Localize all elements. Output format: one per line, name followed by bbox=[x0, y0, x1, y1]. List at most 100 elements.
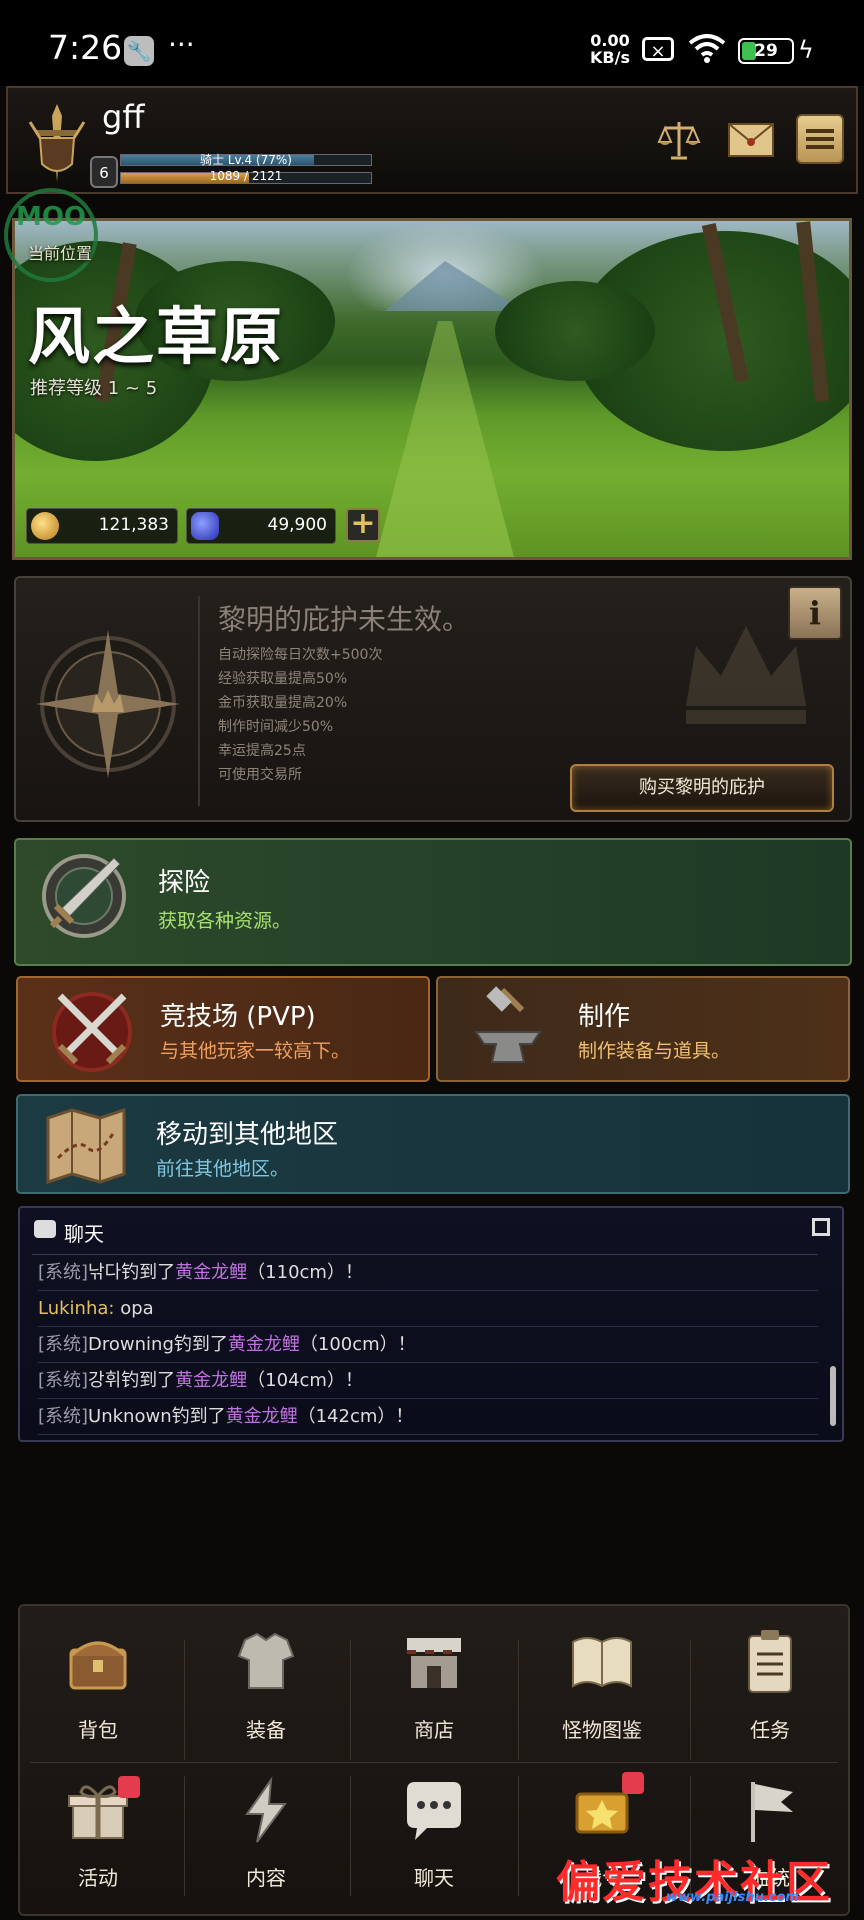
gem-counter: 49,900 bbox=[186, 508, 336, 544]
nav-label: 内容 bbox=[246, 1866, 286, 1890]
pvp-title: 竞技场 (PVP) bbox=[160, 1002, 316, 1032]
nav-label: 活动 bbox=[78, 1866, 118, 1890]
charging-icon: ϟ bbox=[798, 36, 814, 64]
adventure-card[interactable] bbox=[14, 838, 852, 966]
gem-value: 49,900 bbox=[267, 515, 327, 535]
watermark-logo: MOO bbox=[4, 188, 98, 282]
anvil-hammer-icon bbox=[474, 986, 542, 1063]
chat-size: （142cm）！ bbox=[297, 1406, 414, 1427]
sword-shield-icon bbox=[42, 854, 126, 938]
divider bbox=[184, 1640, 185, 1760]
chat-message: [系统]강휘钓到了黄金龙鲤（104cm）！ bbox=[38, 1364, 818, 1399]
divider bbox=[30, 1762, 838, 1763]
battery-label: 29 bbox=[754, 41, 778, 61]
location-name: 风之草原 bbox=[28, 300, 285, 373]
trade-scales-button[interactable] bbox=[654, 114, 704, 166]
divider bbox=[518, 1640, 519, 1760]
shop-icon bbox=[407, 1638, 461, 1688]
adventure-title: 探险 bbox=[158, 868, 211, 898]
nav-item[interactable]: 任务 bbox=[690, 1626, 850, 1743]
chat-user: Drowning bbox=[88, 1334, 174, 1355]
net-speed-value: 0.00 bbox=[590, 31, 630, 50]
gold-counter: 121,383 bbox=[26, 508, 178, 544]
chat-action: 钓到了 bbox=[121, 1370, 176, 1391]
gem-icon bbox=[191, 512, 219, 540]
chat-size: （110cm）！ bbox=[247, 1262, 363, 1283]
nav-item[interactable]: 商店 bbox=[354, 1626, 514, 1743]
add-currency-button[interactable]: + bbox=[346, 508, 380, 542]
chat-prefix: [系统] bbox=[38, 1262, 89, 1283]
nav-item[interactable]: 装备 bbox=[186, 1626, 346, 1743]
chat-scrollbar[interactable] bbox=[830, 1366, 836, 1426]
nav-item[interactable]: 活动 bbox=[18, 1776, 178, 1891]
chat-item: 黄金龙鲤 bbox=[225, 1406, 298, 1427]
treasure-chest-icon bbox=[69, 1641, 127, 1690]
current-location-label: 当前位置 bbox=[28, 244, 93, 263]
net-speed: 0.00 KB/s bbox=[590, 32, 630, 66]
nav-label: 装备 bbox=[246, 1718, 286, 1742]
xp-text: 骑士 Lv.4 (77%) bbox=[200, 153, 292, 167]
chat-prefix: [系统] bbox=[38, 1334, 89, 1355]
nav-item[interactable]: 聊天 bbox=[354, 1776, 514, 1891]
chat-action: 钓到了 bbox=[121, 1262, 176, 1283]
chat-user: 낚다 bbox=[88, 1262, 122, 1283]
chat-message: Lukinha: opa bbox=[38, 1292, 818, 1327]
nav-label: 聊天 bbox=[414, 1866, 454, 1890]
chat-user: Lukinha: bbox=[38, 1298, 115, 1319]
divider bbox=[518, 1776, 519, 1896]
gold-value: 121,383 bbox=[98, 515, 169, 535]
buy-dawn-protection-button[interactable]: 购买黎明的庇护 bbox=[570, 764, 834, 812]
chat-user: 강휘 bbox=[88, 1370, 122, 1391]
chat-item: 黄金龙鲤 bbox=[175, 1262, 248, 1283]
divider bbox=[350, 1640, 351, 1760]
hp-text: 1089 / 2121 bbox=[209, 169, 283, 183]
main-menu-button[interactable] bbox=[796, 114, 844, 164]
bloodline-flag-icon bbox=[751, 1782, 793, 1842]
nav-label: 怪物图鉴 bbox=[562, 1718, 642, 1742]
chat-bubble-icon bbox=[34, 1220, 56, 1238]
chat-message: [系统]Unknown钓到了黄金龙鲤（142cm）！ bbox=[38, 1400, 818, 1435]
dawn-perk: 金币获取量提高20% bbox=[218, 695, 348, 711]
chat-item: 黄金龙鲤 bbox=[175, 1370, 248, 1391]
adventure-desc: 获取各种资源。 bbox=[158, 910, 292, 932]
divider bbox=[198, 596, 200, 806]
scales-icon bbox=[657, 122, 701, 160]
net-speed-unit: KB/s bbox=[590, 48, 630, 67]
chat-size: （104cm）！ bbox=[247, 1370, 363, 1391]
wifi-icon bbox=[688, 34, 726, 63]
chat-message: [系统]낚다钓到了黄金龙鲤（110cm）！ bbox=[38, 1256, 818, 1291]
battery-icon: 29 bbox=[738, 38, 794, 64]
info-button[interactable]: i bbox=[788, 586, 842, 640]
nav-label: 商店 bbox=[414, 1718, 454, 1742]
craft-title: 制作 bbox=[578, 1002, 631, 1032]
travel-desc: 前往其他地区。 bbox=[156, 1158, 290, 1180]
chat-size: （100cm）！ bbox=[299, 1334, 416, 1355]
nav-item[interactable]: 内容 bbox=[186, 1776, 346, 1891]
dawn-perk: 制作时间减少50% bbox=[218, 719, 334, 735]
compass-crown-icon bbox=[36, 630, 180, 778]
chat-action: 钓到了 bbox=[173, 1334, 228, 1355]
divider bbox=[32, 1254, 818, 1255]
divider bbox=[690, 1640, 691, 1760]
nav-label: 背包 bbox=[78, 1718, 118, 1742]
chat-message: [系统]Drowning钓到了黄金龙鲤（100cm）！ bbox=[38, 1328, 818, 1363]
nav-item[interactable]: 背包 bbox=[18, 1626, 178, 1743]
chat-item: 黄金龙鲤 bbox=[227, 1334, 300, 1355]
pvp-desc: 与其他玩家一较高下。 bbox=[160, 1040, 351, 1062]
gold-coin-icon bbox=[31, 512, 59, 540]
nav-item[interactable]: 怪物图鉴 bbox=[522, 1626, 682, 1743]
class-emblem-icon[interactable] bbox=[26, 102, 88, 186]
bestiary-book-icon bbox=[572, 1637, 632, 1688]
chat-title: 聊天 bbox=[64, 1222, 104, 1246]
watermark-logo-text: MOO bbox=[15, 202, 87, 232]
recommended-level: 推荐等级 1 ~ 5 bbox=[30, 378, 158, 399]
travel-title: 移动到其他地区 bbox=[156, 1120, 339, 1150]
travel-card[interactable] bbox=[16, 1094, 850, 1194]
dawn-status-title: 黎明的庇护未生效。 bbox=[218, 603, 471, 636]
status-time: 7:26 bbox=[48, 28, 123, 67]
mail-button[interactable] bbox=[726, 114, 776, 166]
notification-badge bbox=[118, 1776, 140, 1798]
dawn-perk: 可使用交易所 bbox=[218, 767, 302, 783]
expand-icon[interactable] bbox=[812, 1218, 830, 1236]
quest-clipboard-icon bbox=[748, 1630, 792, 1693]
